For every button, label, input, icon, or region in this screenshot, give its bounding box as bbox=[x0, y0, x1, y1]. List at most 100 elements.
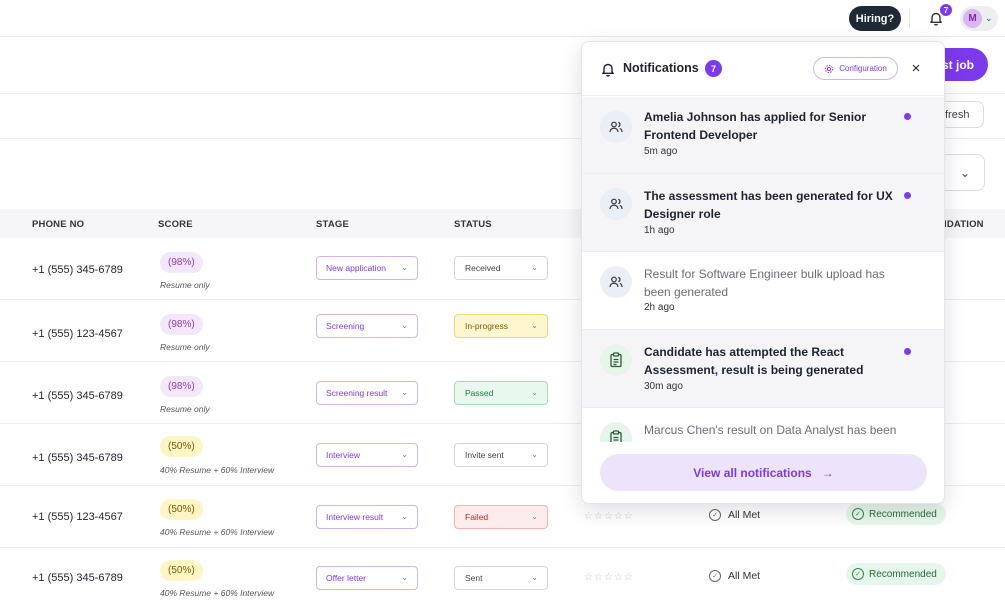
status-value: In-progress bbox=[465, 321, 508, 331]
status-value: Invite sent bbox=[465, 450, 504, 460]
stage-value: Interview bbox=[326, 450, 361, 460]
notification-item[interactable]: Amelia Johnson has applied for Senior Fr… bbox=[582, 97, 944, 174]
rating-stars[interactable]: ☆☆☆☆☆ bbox=[584, 511, 634, 522]
stage-value: Screening result bbox=[326, 388, 388, 398]
criteria-status: ✓ All Met bbox=[709, 570, 760, 582]
notification-time: 2h ago bbox=[644, 302, 675, 313]
notification-text: The assessment has been generated for UX… bbox=[644, 189, 893, 221]
status-select[interactable]: Invite sent ⌄ bbox=[454, 443, 548, 467]
top-bar: Hiring? 7 M ⌄ bbox=[0, 0, 1005, 37]
score-badge: (98%) bbox=[160, 376, 203, 397]
check-circle-icon: ✓ bbox=[709, 570, 721, 582]
notification-item[interactable]: Result for Software Engineer bulk upload… bbox=[582, 252, 944, 330]
score-note: 40% Resume + 60% Interview bbox=[160, 465, 275, 475]
view-all-notifications-button[interactable]: View all notifications → bbox=[600, 454, 927, 491]
notification-item[interactable]: Candidate has attempted the React Assess… bbox=[582, 330, 944, 408]
score-badge: (50%) bbox=[160, 560, 203, 581]
notification-item[interactable]: Marcus Chen's result on Data Analyst has… bbox=[582, 408, 944, 442]
stage-select[interactable]: Interview result ⌄ bbox=[316, 505, 418, 529]
phone-cell: +1 (555) 345-6789 bbox=[32, 572, 123, 584]
unread-dot bbox=[904, 113, 911, 120]
criteria-label: All Met bbox=[728, 570, 761, 582]
notifications-count-badge: 7 bbox=[705, 60, 722, 77]
notifications-title: Notifications bbox=[623, 61, 699, 75]
notifications-header: Notifications 7 Configuration × bbox=[582, 42, 944, 96]
column-recommendation[interactable]: IDATION bbox=[944, 219, 984, 230]
gear-icon bbox=[825, 64, 834, 73]
recommendation-label: Recommended bbox=[869, 568, 937, 580]
notifications-list: Amelia Johnson has applied for Senior Fr… bbox=[582, 97, 944, 442]
close-icon[interactable]: × bbox=[908, 59, 924, 77]
check-circle-icon: ✓ bbox=[852, 508, 864, 520]
rating-stars[interactable]: ☆☆☆☆☆ bbox=[584, 572, 634, 583]
notifications-panel: Notifications 7 Configuration × Amelia J… bbox=[581, 41, 945, 504]
hiring-button[interactable]: Hiring? bbox=[849, 6, 901, 31]
column-phone[interactable]: PHONE NO bbox=[32, 219, 84, 230]
stage-select[interactable]: New application ⌄ bbox=[316, 256, 418, 280]
status-value: Sent bbox=[465, 573, 483, 583]
stage-select[interactable]: Offer letter ⌄ bbox=[316, 566, 418, 590]
score-note: 40% Resume + 60% Interview bbox=[160, 527, 275, 537]
configuration-button[interactable]: Configuration bbox=[813, 57, 898, 80]
chevron-down-icon: ⌄ bbox=[531, 321, 538, 330]
status-select[interactable]: Failed ⌄ bbox=[454, 505, 548, 529]
account-menu[interactable]: M ⌄ bbox=[960, 6, 998, 31]
criteria-label: All Met bbox=[728, 509, 761, 521]
clipboard-icon bbox=[600, 344, 632, 376]
stage-select[interactable]: Screening result ⌄ bbox=[316, 381, 418, 405]
arrow-right-icon: → bbox=[821, 465, 834, 480]
stage-select[interactable]: Interview ⌄ bbox=[316, 443, 418, 467]
chevron-down-icon: ⌄ bbox=[531, 573, 538, 582]
criteria-status: ✓ All Met bbox=[709, 509, 760, 521]
recommendation-badge: ✓ Recommended bbox=[846, 503, 946, 525]
column-stage[interactable]: STAGE bbox=[316, 219, 349, 230]
check-circle-icon: ✓ bbox=[709, 509, 721, 521]
check-circle-icon: ✓ bbox=[852, 568, 864, 580]
people-icon bbox=[600, 188, 632, 220]
people-icon bbox=[600, 266, 632, 298]
score-note: Resume only bbox=[160, 404, 210, 414]
notification-text: Candidate has attempted the React Assess… bbox=[644, 345, 864, 377]
score-note: Resume only bbox=[160, 280, 210, 290]
recommendation-label: Recommended bbox=[869, 508, 937, 520]
unread-dot bbox=[904, 192, 911, 199]
recommendation-badge: ✓ Recommended bbox=[846, 563, 946, 585]
chevron-down-icon: ⌄ bbox=[401, 450, 408, 459]
column-score[interactable]: SCORE bbox=[158, 219, 193, 230]
score-badge: (98%) bbox=[160, 314, 203, 335]
chevron-down-icon: ⌄ bbox=[531, 512, 538, 521]
status-select[interactable]: Sent ⌄ bbox=[454, 566, 548, 590]
stage-value: Offer letter bbox=[326, 573, 366, 583]
notification-time: 30m ago bbox=[644, 381, 683, 392]
column-status[interactable]: STATUS bbox=[454, 219, 492, 230]
score-badge: (50%) bbox=[160, 499, 203, 520]
notification-item[interactable]: The assessment has been generated for UX… bbox=[582, 174, 944, 252]
chevron-down-icon: ⌄ bbox=[401, 263, 408, 272]
status-select[interactable]: In-progress ⌄ bbox=[454, 314, 548, 338]
notification-count-badge: 7 bbox=[939, 3, 953, 17]
configuration-label: Configuration bbox=[839, 64, 887, 73]
unread-dot bbox=[904, 348, 911, 355]
stage-value: Interview result bbox=[326, 512, 384, 522]
notifications-footer: View all notifications → bbox=[582, 442, 944, 503]
phone-cell: +1 (555) 123-4567 bbox=[32, 511, 123, 523]
clipboard-icon bbox=[600, 422, 632, 442]
status-select[interactable]: Passed ⌄ bbox=[454, 381, 548, 405]
people-icon bbox=[600, 111, 632, 143]
chevron-down-icon: ⌄ bbox=[401, 573, 408, 582]
chevron-down-icon: ⌄ bbox=[401, 321, 408, 330]
bell-icon bbox=[602, 63, 614, 77]
notification-text: Result for Software Engineer bulk upload… bbox=[644, 267, 885, 299]
stage-select[interactable]: Screening ⌄ bbox=[316, 314, 418, 338]
status-value: Received bbox=[465, 263, 501, 273]
avatar: M bbox=[963, 9, 982, 28]
phone-cell: +1 (555) 345-6789 bbox=[32, 390, 123, 402]
status-select[interactable]: Received ⌄ bbox=[454, 256, 548, 280]
score-badge: (50%) bbox=[160, 436, 203, 457]
chevron-down-icon: ⌄ bbox=[401, 388, 408, 397]
view-all-label: View all notifications bbox=[693, 465, 812, 480]
stage-value: Screening bbox=[326, 321, 365, 331]
stage-value: New application bbox=[326, 263, 387, 273]
chevron-down-icon: ⌄ bbox=[531, 450, 538, 459]
table-row[interactable]: +1 (555) 345-6789 (50%) 40% Resume + 60%… bbox=[0, 548, 1005, 606]
